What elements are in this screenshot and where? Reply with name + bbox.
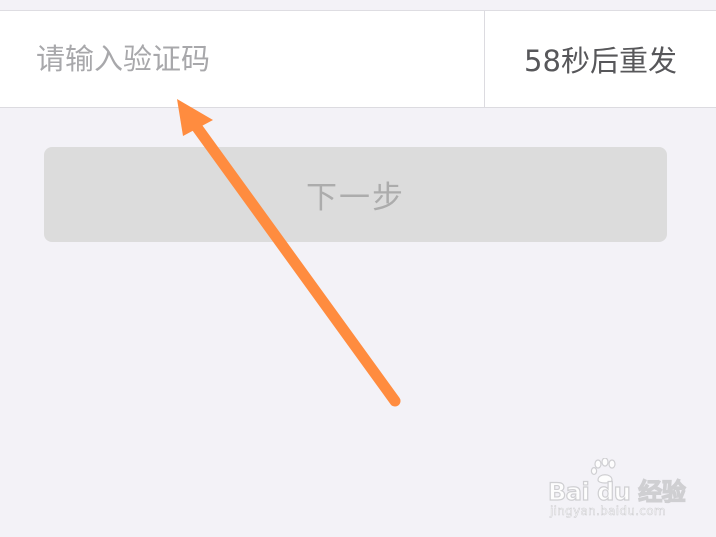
watermark-brand: Bai du 经验: [547, 477, 686, 506]
next-step-button[interactable]: 下一步: [44, 147, 667, 242]
resend-countdown-button[interactable]: 58秒后重发: [485, 11, 716, 107]
top-separator: [0, 0, 716, 11]
verification-code-input[interactable]: [0, 11, 484, 107]
verification-code-row: 58秒后重发: [0, 11, 716, 108]
baidu-jingyan-watermark: Bai du 经验 jingyan.baidu.com: [547, 458, 688, 520]
watermark-url: jingyan.baidu.com: [550, 504, 666, 519]
